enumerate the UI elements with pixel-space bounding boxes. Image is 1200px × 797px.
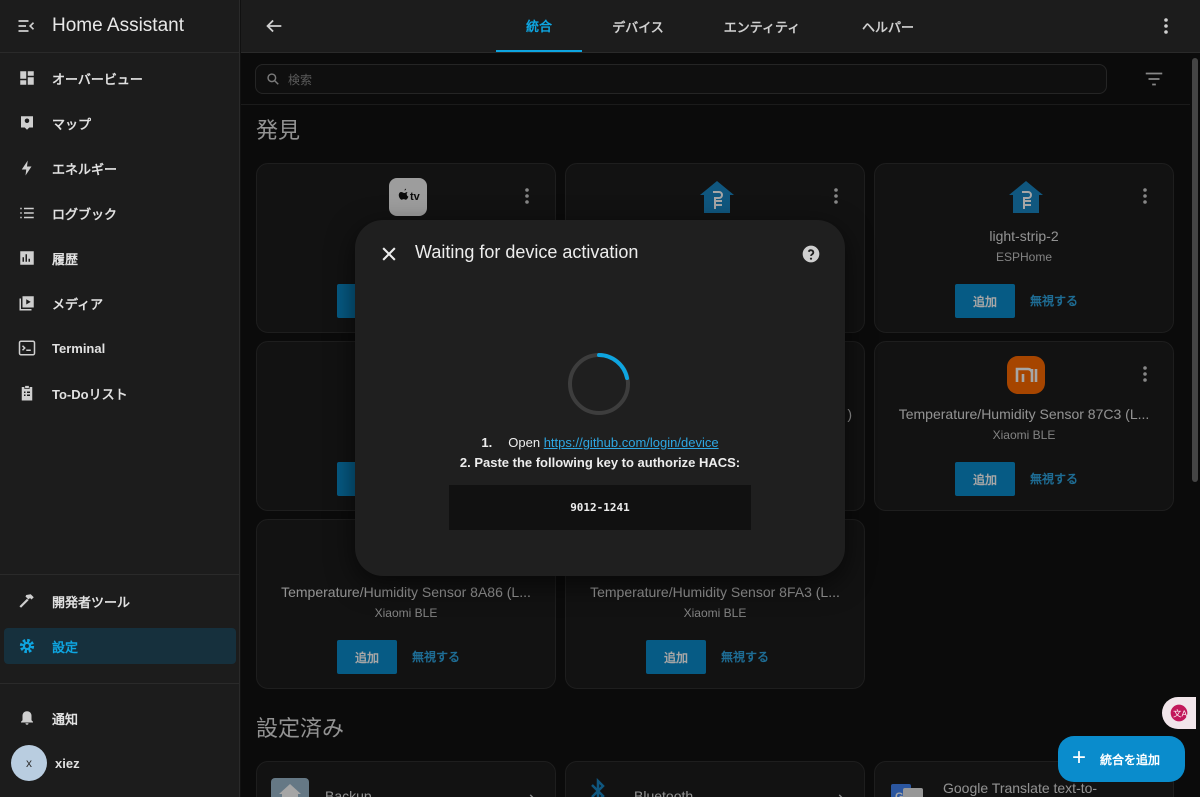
add-integration-button[interactable]: + 統合を追加 [1058,736,1185,782]
lightning-icon [17,158,37,178]
sidebar-header: Home Assistant [0,0,239,53]
sidebar-divider [0,574,240,575]
sidebar-item-history[interactable]: 履歴 [4,240,236,276]
menu-collapse-icon[interactable] [16,16,36,36]
media-icon [17,293,37,313]
sidebar-item-label: 開発者ツール [52,594,131,610]
top-app-bar: 統合 デバイス エンティティ ヘルパー [241,0,1200,53]
more-options-icon[interactable] [1156,16,1176,36]
sidebar-item-logbook[interactable]: ログブック [4,195,236,231]
sidebar-item-notifications[interactable]: 通知 [4,700,236,736]
close-icon[interactable] [379,244,399,264]
sidebar-item-developer-tools[interactable]: 開発者ツール [4,583,236,619]
sidebar-item-label: To-Doリスト [52,386,128,402]
sidebar-item-label: オーバービュー [52,71,143,87]
app-title: Home Assistant [52,15,184,36]
sidebar-item-label: エネルギー [52,161,118,177]
sidebar-divider [0,683,240,684]
avatar: x [11,745,47,781]
device-activation-dialog: Waiting for device activation 1. Open htt… [355,220,845,576]
bell-icon [17,708,37,728]
tab-devices[interactable]: デバイス [596,0,680,52]
user-name: xiez [55,755,80,771]
help-icon[interactable] [801,244,821,264]
sidebar-item-media[interactable]: メディア [4,285,236,321]
tab-entities[interactable]: エンティティ [711,0,813,52]
step-2: 2. Paste the following key to authorize … [459,455,741,470]
step-1-number: 1. [481,435,493,450]
sidebar-item-label: マップ [52,116,92,132]
sidebar-item-label: 履歴 [52,251,79,267]
dialog-title: Waiting for device activation [415,242,639,262]
gear-icon [17,636,37,656]
sidebar-item-label: 設定 [52,639,79,655]
sidebar-item-label: ログブック [52,206,118,222]
clipboard-icon [17,383,37,403]
sidebar-item-user[interactable]: x xiez [4,745,236,781]
svg-text:文A: 文A [1173,708,1187,718]
step-1-text: Open [508,435,544,450]
sidebar-item-todo[interactable]: To-Doリスト [4,375,236,411]
sidebar-item-settings[interactable]: 設定 [4,628,236,664]
sidebar-item-energy[interactable]: エネルギー [4,150,236,186]
back-arrow-icon[interactable] [263,15,285,37]
tab-integrations[interactable]: 統合 [496,0,582,52]
list-icon [17,203,37,223]
github-device-link[interactable]: https://github.com/login/device [544,435,719,450]
sidebar-item-label: 通知 [52,711,79,727]
activation-steps: 1. Open https://github.com/login/device 2… [355,433,845,473]
sidebar-item-overview[interactable]: オーバービュー [4,60,236,96]
sidebar-item-label: メディア [52,296,104,312]
sidebar-item-label: Terminal [52,340,106,356]
sidebar-item-map[interactable]: マップ [4,105,236,141]
translate-icon[interactable]: 文A [1162,697,1196,729]
sidebar: Home Assistant オーバービュー マップ エネルギー ログブック 履… [0,0,240,797]
add-integration-label: 統合を追加 [1100,752,1161,767]
app-window: Home Assistant オーバービュー マップ エネルギー ログブック 履… [0,0,1200,797]
map-icon [17,113,37,133]
tab-helpers[interactable]: ヘルパー [846,0,930,52]
sidebar-item-terminal[interactable]: Terminal [4,330,236,366]
dashboard-icon [17,68,37,88]
device-key: 9012-1241 [449,485,751,530]
loading-spinner-icon [568,353,630,415]
hammer-icon [17,591,37,611]
chart-icon [17,248,37,268]
plus-icon: + [1072,744,1087,771]
step-1: 1. Open https://github.com/login/device [355,433,845,453]
terminal-icon [17,338,37,358]
